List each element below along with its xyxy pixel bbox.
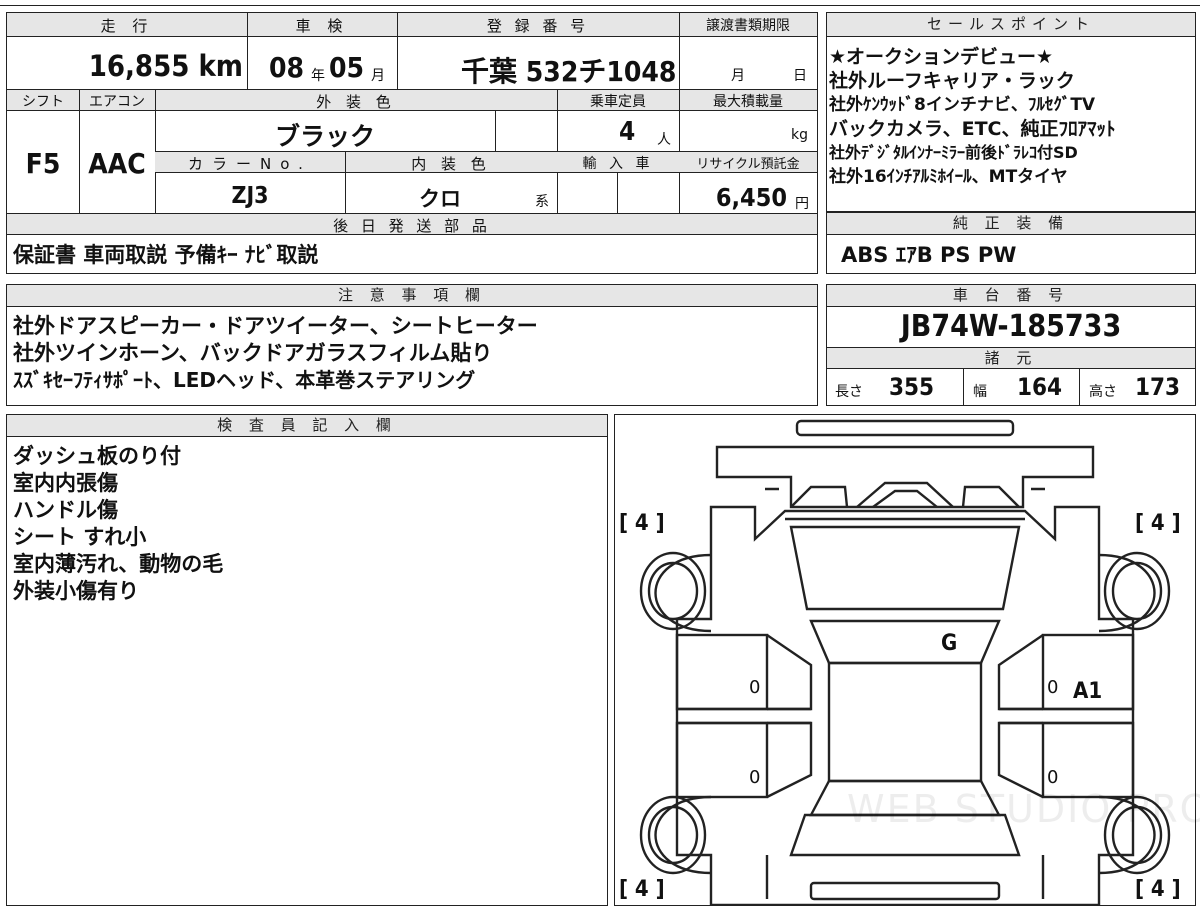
inspector-line: 外装小傷有り — [13, 579, 139, 603]
import-label: 輸 入 車 — [582, 156, 654, 172]
tire-rear-left: [ 4 ] — [619, 877, 665, 902]
door-mark: 0 — [749, 677, 761, 698]
vehicle-info-table: 走 行 車 検 登 録 番 号 譲渡書類期限 16,855 km 08 年 05… — [6, 12, 818, 274]
shift-label: シフト — [22, 94, 64, 110]
registration-label: 登 録 番 号 — [486, 17, 590, 35]
exterior-color-label: 外 装 色 — [316, 93, 396, 111]
inspector-line: 室内薄汚れ、動物の毛 — [13, 552, 224, 576]
windshield — [789, 525, 1021, 611]
inspector-line: 室内内張傷 — [13, 471, 118, 495]
sales-points-list: ★オークションデビュー★ 社外ルーフキャリア・ラック 社外ｹﾝｳｯﾄﾞ8インチナ… — [829, 45, 1195, 189]
watermark: WEB STUDIO PRO — [847, 787, 1200, 831]
transfer-month: 月 — [731, 68, 745, 84]
aircon-label: エアコン — [89, 94, 145, 110]
sales-points-box: セールスポイント ★オークションデビュー★ 社外ルーフキャリア・ラック 社外ｹﾝ… — [826, 12, 1196, 212]
interior-color-value: クロ — [419, 187, 461, 211]
lamp-right — [961, 485, 1020, 508]
transfer-day: 日 — [793, 68, 807, 84]
inspector-line: ダッシュ板のり付 — [13, 444, 181, 468]
chassis-number: JB74W-185733 — [900, 309, 1122, 344]
registration-number: 千葉 532チ1048 — [461, 55, 677, 88]
sales-point-line: 社外ｹﾝｳｯﾄﾞ8インチナビ、ﾌﾙｾｸﾞTV — [829, 95, 1096, 115]
max-load-unit: kg — [791, 127, 808, 143]
sales-point-line: 社外16ｲﾝﾁｱﾙﾐﾎｲｰﾙ、MTタイヤ — [829, 167, 1068, 187]
shift-value: F5 — [25, 147, 61, 180]
damage-mark-a1: A1 — [1073, 679, 1103, 704]
notes-box: 注 意 事 項 欄 社外ドアスピーカー・ドアツイーター、シートヒーター 社外ツイ… — [6, 284, 818, 406]
later-parts-label: 後 日 発 送 部 品 — [333, 217, 491, 235]
tire-front-right: [ 4 ] — [1135, 511, 1181, 536]
hood-outline — [715, 445, 1095, 509]
standard-equipment-box: 純 正 装 備 ABS ｴｱB PS PW — [826, 212, 1196, 274]
mileage-value: 16,855 km — [88, 49, 243, 83]
inspection-month: 05 — [329, 51, 365, 84]
color-number-value: ZJ3 — [231, 183, 269, 209]
inspection-year: 08 — [269, 51, 305, 84]
inspection-month-unit: 月 — [371, 68, 385, 84]
transfer-deadline-label: 譲渡書類期限 — [706, 18, 790, 34]
color-number-label: カラーNo. — [188, 155, 312, 173]
aircon-value: AAC — [88, 147, 146, 180]
note-line: ｽｽﾞｷｾｰﾌﾃｨｻﾎﾟｰﾄ、LEDヘッド、本革巻ステアリング — [13, 368, 476, 392]
sales-point-line: ★オークションデビュー★ — [829, 46, 1054, 68]
note-line: 社外ドアスピーカー・ドアツイーター、シートヒーター — [13, 314, 538, 338]
sales-point-line: バックカメラ、ETC、純正ﾌﾛｱﾏｯﾄ — [829, 118, 1116, 140]
notes-title: 注 意 事 項 欄 — [7, 285, 817, 307]
inspector-line: ハンドル傷 — [13, 498, 118, 522]
interior-color-suffix: 系 — [535, 194, 549, 210]
inspection-year-unit: 年 — [311, 68, 325, 84]
roof-panel — [827, 661, 983, 783]
length-value: 355 — [889, 373, 935, 401]
height-value: 173 — [1135, 373, 1181, 401]
interior-color-label: 内 装 色 — [411, 155, 491, 173]
top-cut-strip — [0, 0, 1200, 6]
body-outline — [675, 505, 1135, 905]
front-bumper-tab — [795, 419, 1015, 437]
mileage-label: 走 行 — [100, 17, 154, 35]
standard-equipment-title: 純 正 装 備 — [827, 213, 1195, 235]
inspection-label: 車 検 — [295, 17, 349, 35]
later-parts-value: 保証書 車両取説 予備ｷｰ ﾅﾋﾞ取説 — [13, 243, 319, 267]
inspector-title: 検 査 員 記 入 欄 — [7, 415, 607, 437]
tire-front-left: [ 4 ] — [619, 511, 665, 536]
standard-equipment-value: ABS ｴｱB PS PW — [841, 243, 1017, 267]
height-label: 高さ — [1089, 384, 1117, 400]
car-diagram — [639, 419, 1171, 905]
width-label: 幅 — [973, 384, 987, 400]
sales-point-line: 社外ルーフキャリア・ラック — [829, 70, 1075, 92]
length-label: 長さ — [835, 384, 863, 400]
capacity-unit: 人 — [657, 132, 671, 148]
sales-point-line: 社外ﾃﾞｼﾞﾀﾙｲﾝﾅｰﾐﾗｰ前後ﾄﾞﾗﾚｺ付SD — [829, 143, 1078, 162]
door-mark: 0 — [749, 767, 761, 788]
door-mark: 0 — [1047, 677, 1059, 698]
max-load-label: 最大積載量 — [713, 94, 783, 110]
specs-title: 諸 元 — [827, 347, 1195, 369]
exterior-color-value: ブラック — [274, 122, 375, 151]
hood-vents — [856, 481, 954, 508]
car-diagram-box: [ 4 ] [ 4 ] [ 4 ] [ 4 ] G A1 0 0 0 0 WEB… — [614, 414, 1200, 906]
inspector-box: 検 査 員 記 入 欄 ダッシュ板のり付 室内内張傷 ハンドル傷 シート すれ小… — [6, 414, 608, 906]
roof — [809, 619, 1001, 665]
rear-bumper-tab — [809, 881, 1001, 901]
door-mark: 0 — [1047, 767, 1059, 788]
tire-rear-right: [ 4 ] — [1135, 877, 1181, 902]
capacity-value: 4 — [619, 117, 636, 147]
chassis-title: 車 台 番 号 — [827, 285, 1195, 307]
capacity-label: 乗車定員 — [590, 94, 646, 110]
note-line: 社外ツインホーン、バックドアガラスフィルム貼り — [13, 341, 493, 365]
recycle-deposit-value: 6,450 — [715, 183, 787, 212]
sales-points-title: セールスポイント — [827, 13, 1195, 37]
recycle-deposit-label: リサイクル預託金 — [696, 157, 800, 172]
damage-mark-g: G — [941, 631, 958, 656]
width-value: 164 — [1017, 373, 1063, 401]
chassis-box: 車 台 番 号 JB74W-185733 諸 元 長さ 355 幅 164 高さ… — [826, 284, 1196, 406]
recycle-deposit-unit: 円 — [795, 196, 809, 212]
lamp-left — [790, 485, 849, 508]
inspector-line: シート すれ小 — [13, 525, 147, 549]
